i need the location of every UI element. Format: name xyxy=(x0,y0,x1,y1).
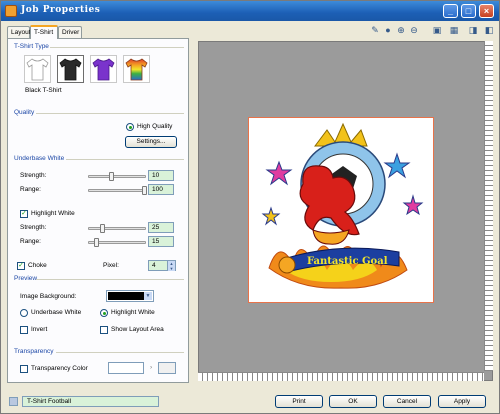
transparency-section-title: Transparency xyxy=(14,348,54,355)
cancel-button[interactable]: Cancel xyxy=(383,395,431,408)
tshirt-settings-panel: T-Shirt Type Black T-Shirt Quality High … xyxy=(7,38,189,383)
choke-pixel-label: Pixel: xyxy=(103,262,119,269)
window-title: Job Properties xyxy=(21,5,101,15)
underbase-strength-thumb[interactable] xyxy=(109,172,114,181)
choke-pixel-value: 4 xyxy=(152,262,156,269)
image-background-color-select[interactable]: ▼ xyxy=(106,290,154,302)
minimize-button[interactable]: _ xyxy=(443,4,458,18)
underbase-white-section-title: Underbase White xyxy=(14,155,65,162)
quality-section-title: Quality xyxy=(14,109,35,116)
highlight-strength-slider[interactable] xyxy=(88,227,146,230)
settings-icon[interactable]: ◧ xyxy=(483,24,495,36)
print-button[interactable]: Print xyxy=(275,395,323,408)
highlight-white-label: Highlight White xyxy=(31,210,75,217)
rainbow-tshirt-swatch[interactable] xyxy=(123,55,150,83)
pan-hand-icon[interactable]: ● xyxy=(382,24,394,36)
quality-settings-button[interactable]: Settings... xyxy=(125,136,177,148)
highlight-range-field[interactable]: 15 xyxy=(148,236,174,247)
tab-tshirt[interactable]: T-Shirt xyxy=(30,25,58,39)
underbase-strength-label: Strength: xyxy=(20,172,47,179)
vertical-ruler xyxy=(484,41,493,371)
apply-button[interactable]: Apply xyxy=(438,395,486,408)
choke-label: Choke xyxy=(28,262,47,269)
horizontal-ruler xyxy=(198,372,484,381)
ok-button[interactable]: OK xyxy=(329,395,377,408)
high-quality-radio[interactable] xyxy=(126,123,134,131)
transparency-color-swatch[interactable] xyxy=(108,362,144,374)
underbase-strength-field[interactable]: 10 xyxy=(148,170,174,181)
tab-driver[interactable]: Driver xyxy=(58,26,82,38)
underbase-strength-slider[interactable] xyxy=(88,175,146,178)
rotate-icon[interactable]: ◨ xyxy=(467,24,479,36)
highlight-range-thumb[interactable] xyxy=(94,238,99,247)
banner-text: Fantastic Goal xyxy=(307,256,388,267)
section-divider xyxy=(50,47,184,48)
white-tshirt-swatch[interactable] xyxy=(24,55,51,83)
transparency-color-label: Transparency Color xyxy=(31,365,88,372)
pixel-spinner[interactable]: ▲ ▼ xyxy=(167,261,175,271)
preview-canvas[interactable]: Fantastic Goal xyxy=(198,41,493,381)
section-divider xyxy=(36,113,184,114)
job-properties-window: Job Properties _ □ × Layout T-Shirt Driv… xyxy=(0,0,500,414)
filename-field: T-Shirt Football xyxy=(22,396,159,407)
highlight-strength-thumb[interactable] xyxy=(100,224,105,233)
highlight-white-radio[interactable] xyxy=(100,309,108,317)
underbase-range-slider[interactable] xyxy=(88,189,146,192)
purple-tshirt-swatch[interactable] xyxy=(90,55,117,83)
highlight-range-label: Range: xyxy=(20,238,41,245)
underbase-range-field[interactable]: 100 xyxy=(148,184,174,195)
background-color-swatch xyxy=(108,292,144,300)
close-button[interactable]: × xyxy=(479,4,494,18)
tab-layout[interactable]: Layout xyxy=(7,26,31,38)
choke-checkbox[interactable]: ✓ xyxy=(17,262,25,270)
black-tshirt-swatch[interactable] xyxy=(57,55,84,83)
preview-toolbar: ✎ ● ⊕ ⊖ ▣ ▦ ◨ ◧ xyxy=(369,24,497,39)
preview-section-title: Preview xyxy=(14,275,38,282)
transparency-color-picker-button[interactable] xyxy=(158,362,176,374)
underbase-range-thumb[interactable] xyxy=(142,186,147,195)
underbase-range-label: Range: xyxy=(20,186,41,193)
invert-label: Invert xyxy=(31,326,48,333)
eyedropper-icon[interactable]: ✎ xyxy=(369,24,381,36)
arrow-right-icon: › xyxy=(150,364,153,371)
highlight-white-radio-label: Highlight White xyxy=(111,309,155,316)
selected-tshirt-label: Black T-Shirt xyxy=(25,87,62,94)
invert-checkbox[interactable] xyxy=(20,326,28,334)
fit-page-icon[interactable]: ▣ xyxy=(431,24,443,36)
underbase-white-radio[interactable] xyxy=(20,309,28,317)
show-layout-area-label: Show Layout Area xyxy=(111,326,164,333)
maximize-button[interactable]: □ xyxy=(461,4,476,18)
section-divider xyxy=(36,279,184,280)
highlight-white-checkbox[interactable]: ✓ xyxy=(20,210,28,218)
show-layout-area-checkbox[interactable] xyxy=(100,326,108,334)
section-divider xyxy=(56,352,184,353)
chevron-down-icon: ▼ xyxy=(144,292,152,300)
image-background-label: Image Background: xyxy=(20,293,77,300)
artboard[interactable]: Fantastic Goal xyxy=(248,117,434,303)
app-icon xyxy=(5,5,17,17)
zoom-in-icon[interactable]: ⊕ xyxy=(395,24,407,36)
tshirt-artwork: Fantastic Goal xyxy=(261,122,424,289)
underbase-white-radio-label: Underbase White xyxy=(31,309,82,316)
title-bar[interactable]: Job Properties _ □ × xyxy=(1,1,499,21)
high-quality-label: High Quality xyxy=(137,123,173,130)
section-divider xyxy=(66,159,184,160)
zoom-out-icon[interactable]: ⊖ xyxy=(408,24,420,36)
highlight-strength-field[interactable]: 25 xyxy=(148,222,174,233)
transparency-color-checkbox[interactable] xyxy=(20,365,28,373)
actual-size-icon[interactable]: ▦ xyxy=(448,24,460,36)
choke-pixel-field[interactable]: 4 ▲ ▼ xyxy=(148,260,176,271)
file-icon xyxy=(9,397,18,406)
highlight-strength-label: Strength: xyxy=(20,224,47,231)
tshirt-type-section-title: T-Shirt Type xyxy=(14,43,49,50)
